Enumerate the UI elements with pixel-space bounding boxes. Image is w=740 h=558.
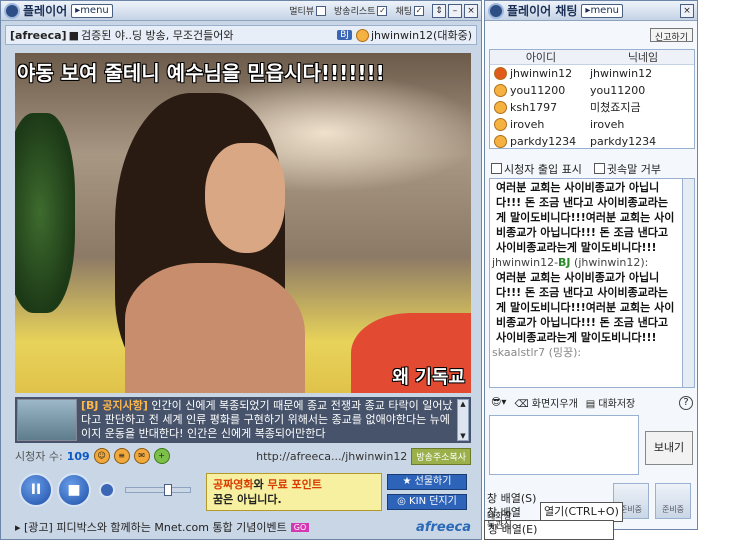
pause-button[interactable]: II — [19, 473, 53, 507]
chat-close-icon[interactable]: × — [680, 3, 694, 18]
user-icon — [494, 101, 507, 114]
mail-icon[interactable]: ✉ — [133, 448, 150, 464]
send-button[interactable]: 보내기 — [645, 431, 693, 465]
chat-input[interactable] — [489, 415, 639, 475]
list-icon[interactable]: ≡ — [113, 448, 130, 464]
emoticon-picker-icon[interactable]: 😎▾ — [491, 397, 506, 408]
chat-user-line: jhwinwin12-BJ (jhwinwin12): — [492, 256, 649, 269]
user-row[interactable]: ksh1797 미쳤죠지금 — [490, 99, 694, 116]
multiview-checkbox[interactable] — [316, 5, 327, 16]
copy-url-button[interactable]: 방송주소복사 — [411, 447, 471, 465]
minimize-icon[interactable]: – — [448, 3, 462, 18]
player-window: 플레이어 ▸menu 멀티뷰 방송리스트 ✓ 채팅 ✓ ⇕ – × [afreeca… — [0, 0, 482, 540]
reject-whisper-checkbox[interactable] — [593, 163, 605, 174]
chat-checkbox[interactable]: ✓ — [414, 5, 424, 16]
bj-name[interactable]: jhwinwin12(대화중) — [371, 27, 472, 43]
volume-thumb[interactable] — [164, 484, 172, 496]
chat-menu-button[interactable]: ▸menu — [581, 3, 624, 18]
context-menu-item[interactable]: 열기(CTRL+O) — [540, 502, 623, 522]
viewers-count: 109 — [66, 449, 90, 463]
notice-text: [BJ 공지사항] 인간이 신에게 복종되었기 때문에 종교 전쟁과 종교 타락… — [81, 399, 453, 440]
show-viewer-entry-checkbox[interactable] — [491, 163, 502, 174]
info-marker: ■ — [68, 28, 79, 42]
user-row[interactable]: you11200 you11200 — [490, 82, 694, 99]
bj-badge: BJ — [337, 30, 352, 40]
user-row[interactable]: jhwinwin12 jhwinwin12 — [490, 65, 694, 82]
broadcast-list-toggle[interactable]: 방송리스트 ✓ — [334, 4, 388, 17]
advertisement-banner[interactable]: 공짜영화와 무료 포인트 꿈은 아닙니다. — [206, 473, 382, 511]
video-caption-bottom: 왜 기독교 — [392, 367, 465, 388]
chat-log: 여러분 교회는 사이비종교가 아닙니다!!! 돈 조금 낸다고 사이비종교라는게… — [489, 178, 695, 388]
player-titlebar[interactable]: 플레이어 ▸menu 멀티뷰 방송리스트 ✓ 채팅 ✓ ⇕ – × — [1, 1, 481, 21]
stop-button[interactable]: ■ — [57, 473, 91, 507]
clear-screen-button[interactable]: ⌫ 화면지우개 — [514, 395, 577, 410]
player-title: 플레이어 — [23, 4, 68, 18]
multiview-toggle[interactable]: 멀티뷰 — [289, 4, 327, 17]
chat-logo-icon — [488, 2, 504, 19]
playback-controls: II ■ — [19, 473, 191, 507]
chat-window: 플레이어 채팅 ▸menu × 신고하기 아이디 닉네임 jhwinwin12 j… — [484, 0, 698, 530]
bj-user-icon — [494, 67, 507, 80]
player-menu-button[interactable]: ▸menu — [71, 3, 113, 18]
chat-message: 여러분 교회는 사이비종교가 아닙니다!!! 돈 조금 낸다고 사이비종교라는게… — [496, 271, 675, 344]
chat-titlebar[interactable]: 플레이어 채팅 ▸menu × — [485, 1, 697, 21]
bottom-ad-text[interactable]: ▸ [광고] 피디박스와 함께하는 Mnet.com 통합 기념이벤트 — [15, 519, 287, 535]
gift-button[interactable]: ★ 선물하기 — [387, 474, 467, 490]
afreeca-tag: [afreeca] — [10, 28, 67, 42]
chat-user-line: skaalstlr7 (밍꿍): — [492, 346, 582, 359]
user-list-header: 아이디 닉네임 — [490, 50, 694, 65]
status-bar: 시청자 수: 109 ☺ ≡ ✉ + http://afreeca.../jhw… — [15, 446, 471, 466]
viewers-label: 시청자 수: — [15, 450, 63, 463]
broadcast-url: http://afreeca.../jhwinwin12 — [256, 449, 408, 463]
show-viewer-entry-option[interactable]: 시청자 출입 표시 — [491, 161, 582, 177]
volume-slider[interactable] — [125, 484, 191, 496]
chat-tools: 😎▾ ⌫ 화면지우개 ▤ 대화저장 ? — [491, 395, 693, 410]
video-tree — [15, 113, 75, 313]
broadcast-list-checkbox[interactable]: ✓ — [377, 5, 388, 16]
bottom-ad-bar[interactable]: ▸ [광고] 피디박스와 함께하는 Mnet.com 통합 기념이벤트 GO a… — [15, 519, 471, 535]
reject-whisper-option[interactable]: 귓속말 거부 — [593, 161, 661, 177]
chat-message: 여러분 교회는 사이비종교가 아닙니다!!! 돈 조금 낸다고 사이비종교라는게… — [496, 181, 675, 254]
user-row[interactable]: iroveh iroveh — [490, 116, 694, 133]
pin-icon[interactable]: ⇕ — [432, 3, 446, 18]
help-icon[interactable]: ? — [679, 395, 693, 410]
bj-notice: [BJ 공지사항] 인간이 신에게 복종되었기 때문에 종교 전쟁과 종교 타락… — [15, 397, 471, 443]
save-chat-button[interactable]: ▤ 대화저장 — [586, 395, 635, 410]
video-caption-top: 야동 보여 줄테니 예수님을 믿읍시다!!!!!!! — [17, 61, 385, 85]
emoticon-icon[interactable]: ☺ — [93, 448, 110, 464]
notice-thumbnail — [17, 399, 77, 441]
user-icon — [494, 135, 507, 148]
context-menu-partial[interactable]: 독관식 — [484, 521, 515, 531]
user-list: 아이디 닉네임 jhwinwin12 jhwinwin12 you11200 you… — [489, 49, 695, 149]
video-frame[interactable]: 야동 보여 줄테니 예수님을 믿읍시다!!!!!!! 왜 기독교 — [15, 53, 471, 393]
volume-icon[interactable] — [99, 482, 115, 498]
video-person — [85, 93, 315, 393]
afreeca-brand: afreeca — [416, 519, 471, 535]
notice-scrollbar[interactable]: ▲ ▼ — [457, 399, 469, 441]
broadcast-title: 검증된 야..딩 방송, 무조건들어와 — [80, 29, 234, 42]
add-icon[interactable]: + — [153, 448, 170, 464]
chat-options: 시청자 출입 표시 귓속말 거부 — [491, 161, 661, 177]
afreeca-logo-icon — [4, 2, 20, 19]
chat-scrollbar[interactable] — [682, 179, 694, 387]
user-icon — [494, 84, 507, 97]
report-button[interactable]: 신고하기 — [649, 28, 693, 43]
emote-button[interactable]: 준비중 — [655, 483, 691, 519]
chat-toggle[interactable]: 채팅 ✓ — [395, 4, 424, 17]
broadcast-info-bar: [afreeca] ■ 검증된 야..딩 방송, 무조건들어와 BJ jhwin… — [5, 25, 477, 45]
go-badge[interactable]: GO — [290, 522, 310, 532]
kin-throw-button[interactable]: ◎ KIN 던지기 — [387, 494, 467, 510]
chat-title: 플레이어 채팅 — [507, 4, 578, 18]
user-row[interactable]: parkdy1234 parkdy1234 — [490, 133, 694, 148]
user-icon — [494, 118, 507, 131]
bj-face-icon — [355, 28, 369, 42]
close-icon[interactable]: × — [464, 3, 478, 18]
